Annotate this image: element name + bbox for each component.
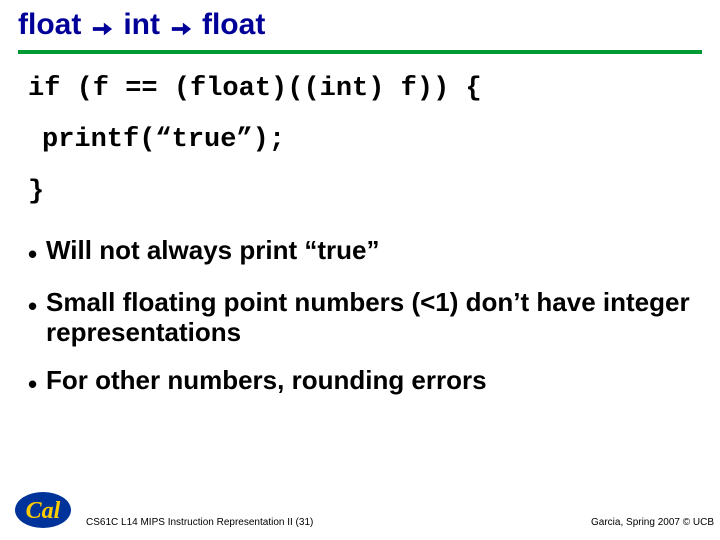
arrow-right-icon xyxy=(91,14,113,36)
bullet-text: For other numbers, rounding errors xyxy=(46,366,692,396)
code-line: } xyxy=(28,167,692,218)
bullet-list: • Will not always print “true” • Small f… xyxy=(28,236,692,400)
bullet-dot-icon: • xyxy=(28,292,38,322)
title-word-2: int xyxy=(123,8,160,42)
bullet-text: Small floating point numbers (<1) don’t … xyxy=(46,288,692,348)
footer-right-text: Garcia, Spring 2007 © UCB xyxy=(591,517,714,528)
slide: float int float if (f == (float)((int) f… xyxy=(0,0,720,540)
title-word-3: float xyxy=(202,8,265,42)
code-line: printf(“true”); xyxy=(28,115,692,166)
list-item: • Will not always print “true” xyxy=(28,236,692,270)
title-word-1: float xyxy=(18,8,81,42)
cal-logo-icon: Cal xyxy=(14,490,72,530)
code-line: if (f == (float)((int) f)) { xyxy=(28,64,692,115)
list-item: • For other numbers, rounding errors xyxy=(28,366,692,400)
logo-text: Cal xyxy=(26,498,61,524)
arrow-right-icon xyxy=(170,14,192,36)
footer: Cal CS61C L14 MIPS Instruction Represent… xyxy=(0,482,720,532)
code-block: if (f == (float)((int) f)) { printf(“tru… xyxy=(28,64,692,218)
bullet-dot-icon: • xyxy=(28,240,38,270)
bullet-dot-icon: • xyxy=(28,370,38,400)
slide-title: float int float xyxy=(18,8,702,42)
title-area: float int float xyxy=(0,0,720,46)
list-item: • Small floating point numbers (<1) don’… xyxy=(28,288,692,348)
slide-body: if (f == (float)((int) f)) { printf(“tru… xyxy=(0,54,720,399)
bullet-text: Will not always print “true” xyxy=(46,236,692,266)
footer-left-text: CS61C L14 MIPS Instruction Representatio… xyxy=(86,517,313,528)
